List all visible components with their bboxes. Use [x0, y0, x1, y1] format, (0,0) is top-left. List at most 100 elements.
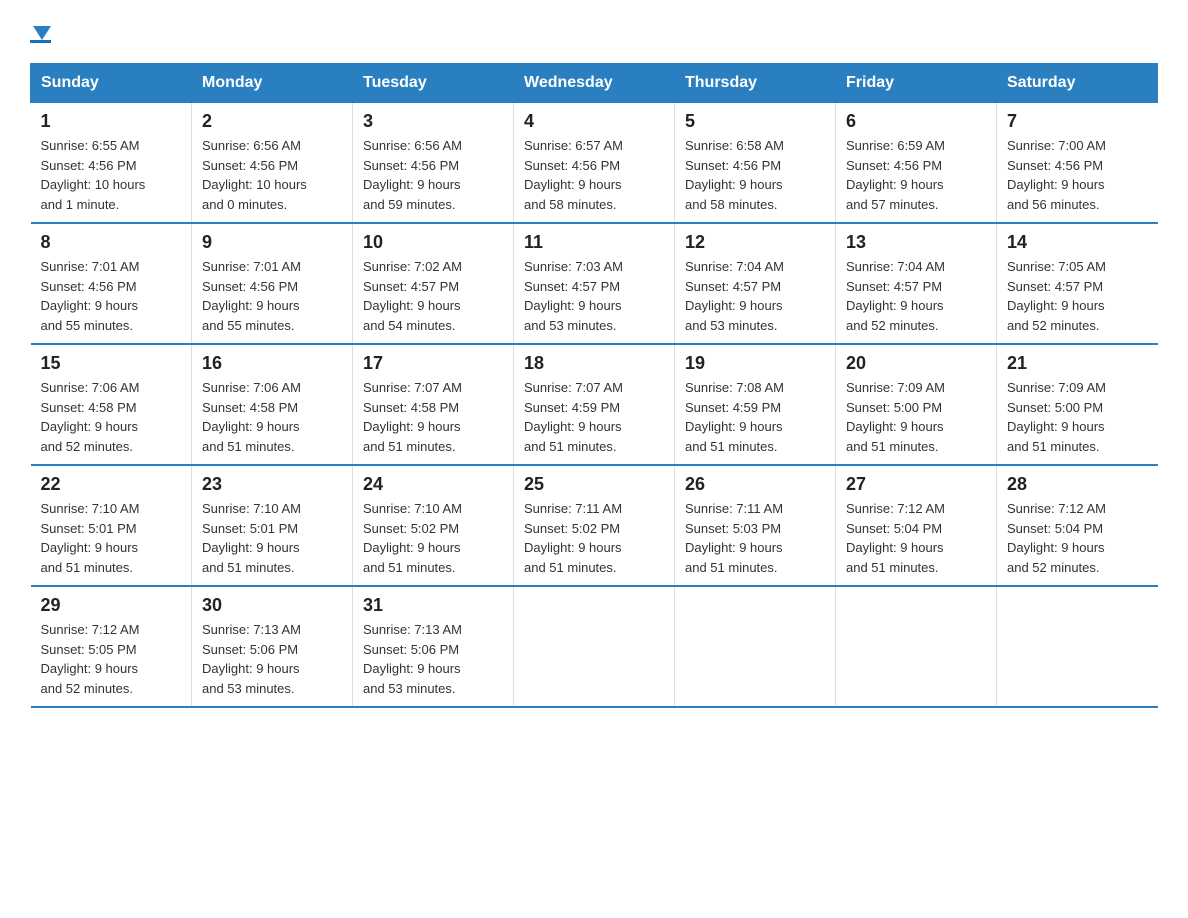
- day-number: 6: [846, 111, 986, 132]
- calendar-cell: 19 Sunrise: 7:08 AMSunset: 4:59 PMDaylig…: [675, 344, 836, 465]
- day-number: 31: [363, 595, 503, 616]
- day-number: 21: [1007, 353, 1148, 374]
- day-info: Sunrise: 7:01 AMSunset: 4:56 PMDaylight:…: [202, 257, 342, 335]
- day-info: Sunrise: 6:57 AMSunset: 4:56 PMDaylight:…: [524, 136, 664, 214]
- day-info: Sunrise: 7:07 AMSunset: 4:58 PMDaylight:…: [363, 378, 503, 456]
- calendar-cell: 22 Sunrise: 7:10 AMSunset: 5:01 PMDaylig…: [31, 465, 192, 586]
- day-number: 30: [202, 595, 342, 616]
- calendar-cell: 31 Sunrise: 7:13 AMSunset: 5:06 PMDaylig…: [353, 586, 514, 707]
- day-number: 20: [846, 353, 986, 374]
- day-info: Sunrise: 7:02 AMSunset: 4:57 PMDaylight:…: [363, 257, 503, 335]
- day-info: Sunrise: 7:04 AMSunset: 4:57 PMDaylight:…: [685, 257, 825, 335]
- column-header-friday: Friday: [836, 64, 997, 103]
- calendar-cell: 21 Sunrise: 7:09 AMSunset: 5:00 PMDaylig…: [997, 344, 1158, 465]
- day-info: Sunrise: 7:12 AMSunset: 5:05 PMDaylight:…: [41, 620, 182, 698]
- calendar-cell: 6 Sunrise: 6:59 AMSunset: 4:56 PMDayligh…: [836, 103, 997, 224]
- calendar-cell: [675, 586, 836, 707]
- calendar-cell: [514, 586, 675, 707]
- day-info: Sunrise: 7:05 AMSunset: 4:57 PMDaylight:…: [1007, 257, 1148, 335]
- calendar-cell: 16 Sunrise: 7:06 AMSunset: 4:58 PMDaylig…: [192, 344, 353, 465]
- day-info: Sunrise: 6:56 AMSunset: 4:56 PMDaylight:…: [202, 136, 342, 214]
- calendar-cell: 17 Sunrise: 7:07 AMSunset: 4:58 PMDaylig…: [353, 344, 514, 465]
- day-number: 3: [363, 111, 503, 132]
- calendar-cell: 5 Sunrise: 6:58 AMSunset: 4:56 PMDayligh…: [675, 103, 836, 224]
- day-info: Sunrise: 7:01 AMSunset: 4:56 PMDaylight:…: [41, 257, 182, 335]
- day-info: Sunrise: 7:13 AMSunset: 5:06 PMDaylight:…: [363, 620, 503, 698]
- day-number: 7: [1007, 111, 1148, 132]
- calendar-cell: [836, 586, 997, 707]
- calendar-cell: 24 Sunrise: 7:10 AMSunset: 5:02 PMDaylig…: [353, 465, 514, 586]
- column-header-thursday: Thursday: [675, 64, 836, 103]
- day-info: Sunrise: 7:08 AMSunset: 4:59 PMDaylight:…: [685, 378, 825, 456]
- day-info: Sunrise: 6:55 AMSunset: 4:56 PMDaylight:…: [41, 136, 182, 214]
- day-number: 2: [202, 111, 342, 132]
- day-info: Sunrise: 6:56 AMSunset: 4:56 PMDaylight:…: [363, 136, 503, 214]
- day-number: 11: [524, 232, 664, 253]
- calendar-cell: 18 Sunrise: 7:07 AMSunset: 4:59 PMDaylig…: [514, 344, 675, 465]
- day-number: 14: [1007, 232, 1148, 253]
- day-number: 5: [685, 111, 825, 132]
- week-row-4: 22 Sunrise: 7:10 AMSunset: 5:01 PMDaylig…: [31, 465, 1158, 586]
- day-info: Sunrise: 7:06 AMSunset: 4:58 PMDaylight:…: [41, 378, 182, 456]
- calendar-cell: 11 Sunrise: 7:03 AMSunset: 4:57 PMDaylig…: [514, 223, 675, 344]
- calendar-cell: 13 Sunrise: 7:04 AMSunset: 4:57 PMDaylig…: [836, 223, 997, 344]
- day-info: Sunrise: 7:04 AMSunset: 4:57 PMDaylight:…: [846, 257, 986, 335]
- day-number: 26: [685, 474, 825, 495]
- calendar-cell: 23 Sunrise: 7:10 AMSunset: 5:01 PMDaylig…: [192, 465, 353, 586]
- column-header-wednesday: Wednesday: [514, 64, 675, 103]
- day-info: Sunrise: 7:10 AMSunset: 5:02 PMDaylight:…: [363, 499, 503, 577]
- day-number: 12: [685, 232, 825, 253]
- calendar-cell: 2 Sunrise: 6:56 AMSunset: 4:56 PMDayligh…: [192, 103, 353, 224]
- calendar-cell: 8 Sunrise: 7:01 AMSunset: 4:56 PMDayligh…: [31, 223, 192, 344]
- calendar-cell: 29 Sunrise: 7:12 AMSunset: 5:05 PMDaylig…: [31, 586, 192, 707]
- calendar-cell: [997, 586, 1158, 707]
- day-info: Sunrise: 7:11 AMSunset: 5:03 PMDaylight:…: [685, 499, 825, 577]
- calendar-cell: 9 Sunrise: 7:01 AMSunset: 4:56 PMDayligh…: [192, 223, 353, 344]
- day-info: Sunrise: 6:59 AMSunset: 4:56 PMDaylight:…: [846, 136, 986, 214]
- week-row-1: 1 Sunrise: 6:55 AMSunset: 4:56 PMDayligh…: [31, 103, 1158, 224]
- logo-underline: [30, 40, 51, 43]
- day-info: Sunrise: 6:58 AMSunset: 4:56 PMDaylight:…: [685, 136, 825, 214]
- calendar-cell: 12 Sunrise: 7:04 AMSunset: 4:57 PMDaylig…: [675, 223, 836, 344]
- day-number: 15: [41, 353, 182, 374]
- calendar-cell: 26 Sunrise: 7:11 AMSunset: 5:03 PMDaylig…: [675, 465, 836, 586]
- calendar-cell: 28 Sunrise: 7:12 AMSunset: 5:04 PMDaylig…: [997, 465, 1158, 586]
- week-row-2: 8 Sunrise: 7:01 AMSunset: 4:56 PMDayligh…: [31, 223, 1158, 344]
- day-number: 28: [1007, 474, 1148, 495]
- day-number: 19: [685, 353, 825, 374]
- day-info: Sunrise: 7:06 AMSunset: 4:58 PMDaylight:…: [202, 378, 342, 456]
- day-number: 1: [41, 111, 182, 132]
- day-info: Sunrise: 7:13 AMSunset: 5:06 PMDaylight:…: [202, 620, 342, 698]
- day-info: Sunrise: 7:11 AMSunset: 5:02 PMDaylight:…: [524, 499, 664, 577]
- calendar-header-row: SundayMondayTuesdayWednesdayThursdayFrid…: [31, 64, 1158, 103]
- day-info: Sunrise: 7:12 AMSunset: 5:04 PMDaylight:…: [846, 499, 986, 577]
- day-number: 27: [846, 474, 986, 495]
- week-row-3: 15 Sunrise: 7:06 AMSunset: 4:58 PMDaylig…: [31, 344, 1158, 465]
- day-info: Sunrise: 7:09 AMSunset: 5:00 PMDaylight:…: [1007, 378, 1148, 456]
- day-number: 18: [524, 353, 664, 374]
- day-info: Sunrise: 7:00 AMSunset: 4:56 PMDaylight:…: [1007, 136, 1148, 214]
- day-number: 17: [363, 353, 503, 374]
- week-row-5: 29 Sunrise: 7:12 AMSunset: 5:05 PMDaylig…: [31, 586, 1158, 707]
- day-number: 16: [202, 353, 342, 374]
- day-number: 9: [202, 232, 342, 253]
- day-number: 23: [202, 474, 342, 495]
- day-info: Sunrise: 7:09 AMSunset: 5:00 PMDaylight:…: [846, 378, 986, 456]
- day-info: Sunrise: 7:10 AMSunset: 5:01 PMDaylight:…: [41, 499, 182, 577]
- calendar-cell: 3 Sunrise: 6:56 AMSunset: 4:56 PMDayligh…: [353, 103, 514, 224]
- day-number: 8: [41, 232, 182, 253]
- calendar-cell: 27 Sunrise: 7:12 AMSunset: 5:04 PMDaylig…: [836, 465, 997, 586]
- day-info: Sunrise: 7:12 AMSunset: 5:04 PMDaylight:…: [1007, 499, 1148, 577]
- calendar-cell: 20 Sunrise: 7:09 AMSunset: 5:00 PMDaylig…: [836, 344, 997, 465]
- calendar-table: SundayMondayTuesdayWednesdayThursdayFrid…: [30, 63, 1158, 708]
- day-number: 25: [524, 474, 664, 495]
- calendar-cell: 15 Sunrise: 7:06 AMSunset: 4:58 PMDaylig…: [31, 344, 192, 465]
- calendar-cell: 14 Sunrise: 7:05 AMSunset: 4:57 PMDaylig…: [997, 223, 1158, 344]
- day-info: Sunrise: 7:03 AMSunset: 4:57 PMDaylight:…: [524, 257, 664, 335]
- column-header-sunday: Sunday: [31, 64, 192, 103]
- day-number: 24: [363, 474, 503, 495]
- logo: [30, 20, 51, 43]
- calendar-cell: 30 Sunrise: 7:13 AMSunset: 5:06 PMDaylig…: [192, 586, 353, 707]
- day-info: Sunrise: 7:07 AMSunset: 4:59 PMDaylight:…: [524, 378, 664, 456]
- day-info: Sunrise: 7:10 AMSunset: 5:01 PMDaylight:…: [202, 499, 342, 577]
